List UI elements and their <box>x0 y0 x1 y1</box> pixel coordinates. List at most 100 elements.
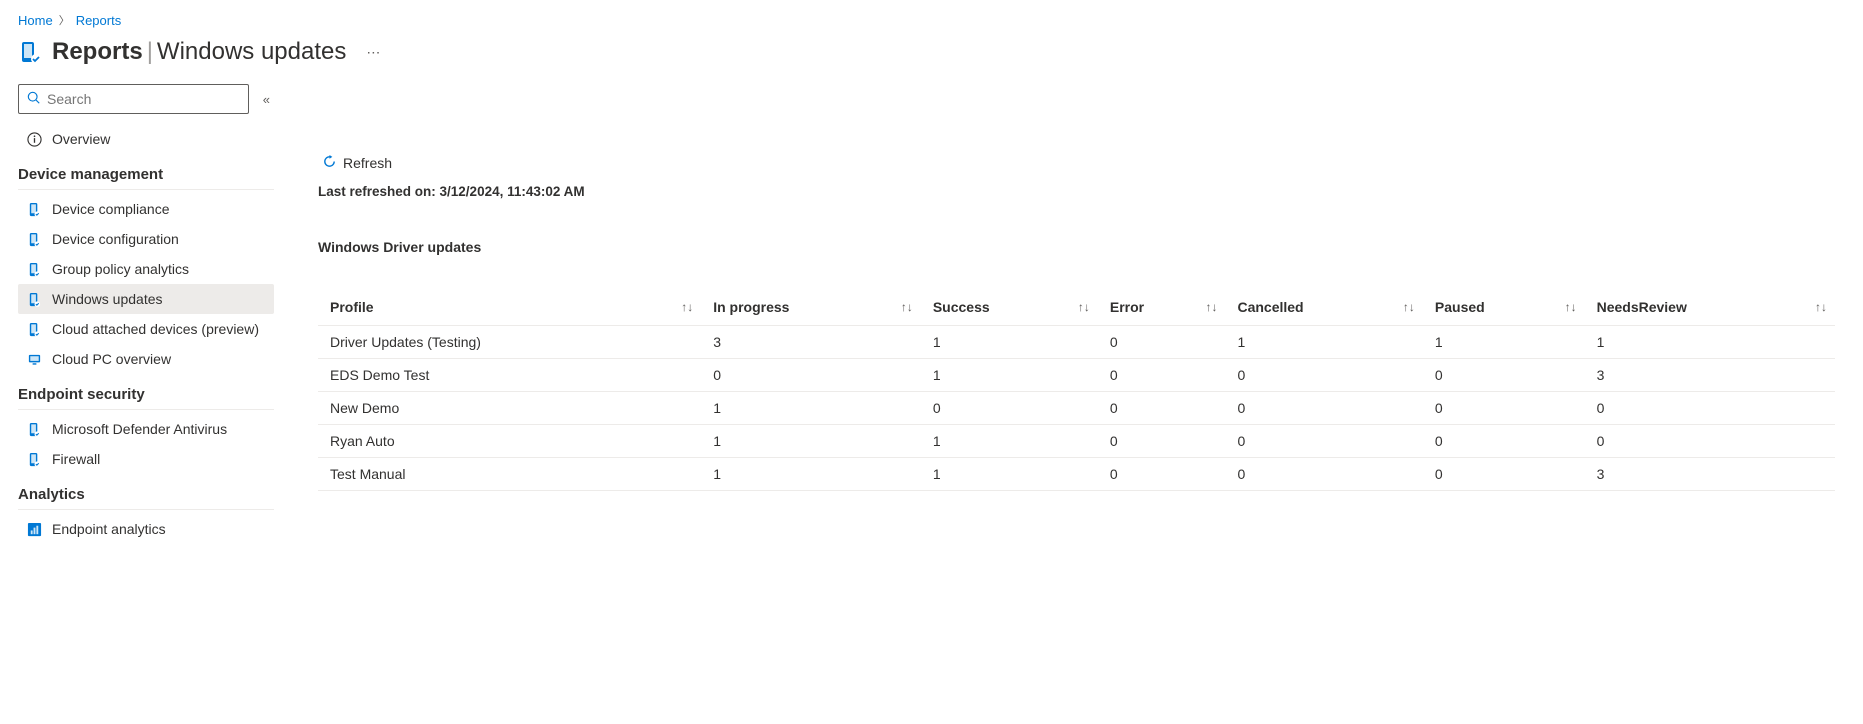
col-success[interactable]: Success↑↓ <box>921 289 1098 326</box>
sidebar-item-label: Group policy analytics <box>52 261 189 277</box>
cell-error: 0 <box>1098 425 1226 458</box>
table-row[interactable]: Driver Updates (Testing)310111 <box>318 326 1835 359</box>
device-icon <box>26 451 42 467</box>
cell-profile: Ryan Auto <box>318 425 701 458</box>
cell-needs_review: 3 <box>1585 458 1835 491</box>
cell-needs_review: 0 <box>1585 425 1835 458</box>
sidebar: « Overview Device management Device comp… <box>18 84 278 544</box>
table-row[interactable]: Test Manual110003 <box>318 458 1835 491</box>
device-icon <box>26 521 42 537</box>
sidebar-item[interactable]: Windows updates <box>18 284 274 314</box>
cell-success: 1 <box>921 359 1098 392</box>
table-title: Windows Driver updates <box>318 239 1835 255</box>
cell-profile: New Demo <box>318 392 701 425</box>
cell-needs_review: 1 <box>1585 326 1835 359</box>
cell-in_progress: 0 <box>701 359 921 392</box>
sidebar-item-label: Windows updates <box>52 291 163 307</box>
sidebar-item-overview[interactable]: Overview <box>18 124 274 154</box>
sidebar-item[interactable]: Device configuration <box>18 224 274 254</box>
more-actions-button[interactable]: ⋯ <box>356 44 390 61</box>
sort-icon: ↑↓ <box>1565 300 1577 314</box>
sidebar-item[interactable]: Group policy analytics <box>18 254 274 284</box>
refresh-icon <box>322 154 337 172</box>
chevron-right-icon: 〉 <box>59 12 70 28</box>
cell-profile: Driver Updates (Testing) <box>318 326 701 359</box>
cell-in_progress: 1 <box>701 392 921 425</box>
sort-icon: ↑↓ <box>1403 300 1415 314</box>
device-icon <box>26 261 42 277</box>
section-header-analytics: Analytics <box>18 474 274 510</box>
device-icon <box>26 201 42 217</box>
page-title: Reports|Windows updates <box>52 38 346 66</box>
cell-in_progress: 3 <box>701 326 921 359</box>
cell-cancelled: 1 <box>1225 326 1422 359</box>
sort-icon: ↑↓ <box>681 300 693 314</box>
col-paused[interactable]: Paused↑↓ <box>1423 289 1585 326</box>
cell-in_progress: 1 <box>701 458 921 491</box>
cell-success: 0 <box>921 392 1098 425</box>
sidebar-item[interactable]: Microsoft Defender Antivirus <box>18 414 274 444</box>
cell-paused: 0 <box>1423 392 1585 425</box>
cell-cancelled: 0 <box>1225 392 1422 425</box>
cell-paused: 1 <box>1423 326 1585 359</box>
cell-error: 0 <box>1098 326 1226 359</box>
sidebar-item-label: Microsoft Defender Antivirus <box>52 421 227 437</box>
sidebar-item-label: Firewall <box>52 451 100 467</box>
sidebar-item[interactable]: Cloud attached devices (preview) <box>18 314 274 344</box>
page-title-row: Reports|Windows updates ⋯ <box>18 38 1845 66</box>
cell-in_progress: 1 <box>701 425 921 458</box>
search-input[interactable] <box>47 91 240 107</box>
sidebar-item-label: Device compliance <box>52 201 170 217</box>
monitor-icon <box>26 351 42 367</box>
sidebar-item-label: Cloud PC overview <box>52 351 171 367</box>
cell-cancelled: 0 <box>1225 359 1422 392</box>
cell-error: 0 <box>1098 458 1226 491</box>
sort-icon: ↑↓ <box>901 300 913 314</box>
device-icon <box>26 421 42 437</box>
search-box[interactable] <box>18 84 249 114</box>
sidebar-item-label: Device configuration <box>52 231 179 247</box>
sidebar-item[interactable]: Device compliance <box>18 194 274 224</box>
col-needs-review[interactable]: NeedsReview↑↓ <box>1585 289 1835 326</box>
col-in-progress[interactable]: In progress↑↓ <box>701 289 921 326</box>
collapse-sidebar-button[interactable]: « <box>259 88 274 111</box>
cell-cancelled: 0 <box>1225 425 1422 458</box>
last-refreshed: Last refreshed on: 3/12/2024, 11:43:02 A… <box>318 184 1835 199</box>
device-icon <box>26 321 42 337</box>
section-header-device-management: Device management <box>18 154 274 190</box>
col-profile[interactable]: Profile↑↓ <box>318 289 701 326</box>
breadcrumb-reports[interactable]: Reports <box>76 13 122 28</box>
driver-updates-table: Profile↑↓ In progress↑↓ Success↑↓ Error↑… <box>318 289 1835 491</box>
sort-icon: ↑↓ <box>1205 300 1217 314</box>
sort-icon: ↑↓ <box>1078 300 1090 314</box>
cell-needs_review: 0 <box>1585 392 1835 425</box>
col-cancelled[interactable]: Cancelled↑↓ <box>1225 289 1422 326</box>
cell-paused: 0 <box>1423 458 1585 491</box>
cell-success: 1 <box>921 326 1098 359</box>
info-icon <box>26 131 42 147</box>
cell-paused: 0 <box>1423 425 1585 458</box>
sidebar-item-label: Cloud attached devices (preview) <box>52 321 259 337</box>
cell-cancelled: 0 <box>1225 458 1422 491</box>
sidebar-item[interactable]: Endpoint analytics <box>18 514 274 544</box>
search-icon <box>27 91 41 108</box>
cell-error: 0 <box>1098 392 1226 425</box>
table-row[interactable]: EDS Demo Test010003 <box>318 359 1835 392</box>
sidebar-item-label: Endpoint analytics <box>52 521 166 537</box>
cell-error: 0 <box>1098 359 1226 392</box>
cell-profile: EDS Demo Test <box>318 359 701 392</box>
breadcrumb: Home 〉 Reports <box>18 12 1845 28</box>
table-row[interactable]: Ryan Auto110000 <box>318 425 1835 458</box>
sidebar-item[interactable]: Firewall <box>18 444 274 474</box>
sidebar-item[interactable]: Cloud PC overview <box>18 344 274 374</box>
refresh-button[interactable]: Refresh <box>318 148 396 178</box>
cell-success: 1 <box>921 425 1098 458</box>
cell-success: 1 <box>921 458 1098 491</box>
main-content: Refresh Last refreshed on: 3/12/2024, 11… <box>278 84 1845 491</box>
col-error[interactable]: Error↑↓ <box>1098 289 1226 326</box>
table-row[interactable]: New Demo100000 <box>318 392 1835 425</box>
cell-paused: 0 <box>1423 359 1585 392</box>
device-report-icon <box>18 40 42 64</box>
sort-icon: ↑↓ <box>1815 300 1827 314</box>
breadcrumb-home[interactable]: Home <box>18 13 53 28</box>
